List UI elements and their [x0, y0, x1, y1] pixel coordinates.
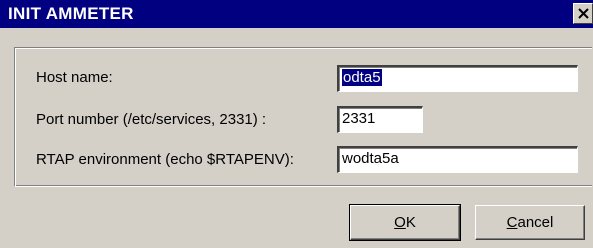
cancel-label: ancel	[517, 214, 554, 231]
title-bar[interactable]: INIT AMMETER	[0, 0, 593, 28]
rtap-environment-field[interactable]: wodta5a	[337, 146, 578, 173]
dialog-window: INIT AMMETER Host name: odta5 Port numbe…	[0, 0, 593, 248]
ok-mnemonic: O	[394, 214, 406, 231]
port-number-field[interactable]: 2331	[337, 106, 423, 133]
port-number-label: Port number (/etc/services, 2331) :	[36, 111, 267, 128]
host-name-label: Host name:	[36, 69, 113, 86]
host-name-field[interactable]: odta5	[337, 65, 578, 92]
ok-label: K	[405, 214, 416, 231]
cancel-mnemonic: C	[506, 214, 518, 231]
window-title: INIT AMMETER	[8, 4, 134, 23]
close-icon	[578, 8, 589, 19]
close-button[interactable]	[573, 3, 593, 24]
cancel-button[interactable]: Cancel	[475, 205, 585, 240]
ok-button[interactable]: OK	[349, 204, 461, 241]
host-name-value: odta5	[342, 69, 382, 86]
rtap-environment-label: RTAP environment (echo $RTAPENV):	[36, 151, 294, 168]
